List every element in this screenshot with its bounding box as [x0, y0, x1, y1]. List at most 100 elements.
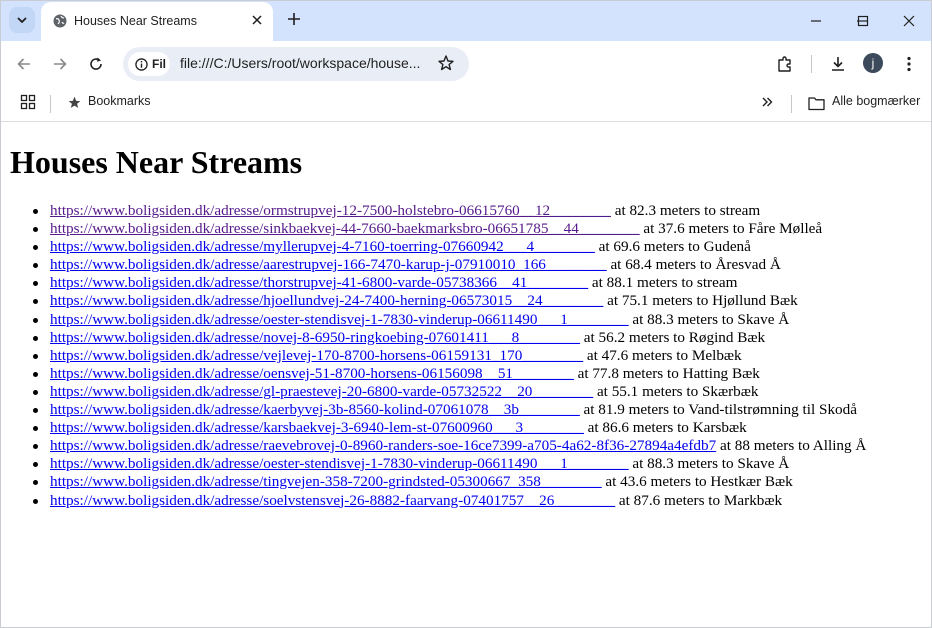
downloads-button[interactable] [826, 52, 850, 76]
avatar-letter: j [871, 56, 875, 70]
list-item: https://www.boligsiden.dk/adresse/ormstr… [31, 202, 866, 220]
toolbar-separator [811, 55, 812, 73]
plus-icon [288, 13, 300, 25]
bookmarks-label: Bookmarks [88, 94, 151, 108]
distance-text: at 37.6 meters to Fåre Mølleå [639, 220, 823, 238]
list-item: https://www.boligsiden.dk/adresse/oester… [31, 455, 866, 473]
house-link[interactable]: https://www.boligsiden.dk/adresse/soelvs… [50, 492, 615, 509]
new-tab-button[interactable] [284, 10, 304, 30]
house-link[interactable]: https://www.boligsiden.dk/adresse/karsba… [50, 419, 584, 436]
url-text[interactable]: file:///C:/Users/root/workspace/house... [180, 55, 420, 71]
site-info-label: Fil [152, 57, 166, 71]
distance-text: at 81.9 meters to Vand-tilstrømning til … [579, 401, 857, 419]
house-link[interactable]: https://www.boligsiden.dk/adresse/kaerby… [50, 401, 580, 418]
house-link[interactable]: https://www.boligsiden.dk/adresse/novej-… [50, 329, 580, 346]
house-link[interactable]: https://www.boligsiden.dk/adresse/tingve… [50, 473, 602, 490]
house-link[interactable]: https://www.boligsiden.dk/adresse/gl-pra… [50, 383, 593, 400]
chevron-down-icon [17, 17, 27, 23]
house-link[interactable]: https://www.boligsiden.dk/adresse/thorst… [50, 274, 588, 291]
maximize-button[interactable] [848, 9, 878, 33]
list-item: https://www.boligsiden.dk/adresse/gl-pra… [31, 383, 866, 401]
distance-text: at 56.2 meters to Røgind Bæk [579, 328, 766, 346]
puzzle-icon [778, 56, 791, 72]
bookmarks-separator [50, 95, 51, 113]
page-content: Houses Near Streams https://www.boligsid… [1, 122, 931, 627]
list-item: https://www.boligsiden.dk/adresse/sinkba… [31, 220, 866, 238]
star-icon [438, 55, 454, 71]
house-link[interactable]: https://www.boligsiden.dk/adresse/oensve… [50, 365, 574, 382]
extensions-button[interactable] [773, 52, 797, 76]
tab-houses-near-streams[interactable]: Houses Near Streams [41, 2, 273, 41]
more-vertical-icon [907, 56, 911, 72]
forward-button[interactable] [48, 52, 72, 76]
distance-text: at 75.1 meters to Hjøllund Bæk [603, 292, 798, 310]
toolbar: Fil file:///C:/Users/root/workspace/hous… [1, 41, 931, 87]
star-filled-icon [68, 96, 81, 108]
distance-text: at 86.6 meters to Karsbæk [583, 419, 747, 437]
list-item: https://www.boligsiden.dk/adresse/novej-… [31, 329, 866, 347]
house-link[interactable]: https://www.boligsiden.dk/adresse/sinkba… [50, 220, 640, 237]
apps-grid-icon [20, 94, 36, 110]
close-icon [252, 15, 262, 25]
more-bookmarks-button[interactable] [760, 95, 774, 114]
globe-icon [53, 14, 67, 28]
all-bookmarks-folder[interactable]: Alle bogmærker [807, 87, 931, 121]
house-link[interactable]: https://www.boligsiden.dk/adresse/vejlev… [50, 347, 583, 364]
list-item: https://www.boligsiden.dk/adresse/raeveb… [31, 437, 866, 455]
bookmarks-folder[interactable]: Bookmarks [65, 87, 155, 121]
address-bar[interactable]: Fil file:///C:/Users/root/workspace/hous… [123, 47, 469, 81]
house-list: https://www.boligsiden.dk/adresse/ormstr… [31, 202, 866, 510]
house-link[interactable]: https://www.boligsiden.dk/adresse/myller… [50, 238, 595, 255]
tab-close-button[interactable] [249, 13, 265, 29]
house-link[interactable]: https://www.boligsiden.dk/adresse/ormstr… [50, 202, 611, 219]
distance-text: at 88.3 meters to Skave Å [628, 310, 790, 328]
distance-text: at 47.6 meters to Melbæk [583, 346, 742, 364]
list-item: https://www.boligsiden.dk/adresse/soelvs… [31, 492, 866, 510]
arrow-right-icon [54, 58, 67, 70]
list-item: https://www.boligsiden.dk/adresse/aarest… [31, 256, 866, 274]
distance-text: at 88.3 meters to Skave Å [628, 455, 790, 473]
distance-text: at 55.1 meters to Skærbæk [593, 382, 759, 400]
list-item: https://www.boligsiden.dk/adresse/myller… [31, 238, 866, 256]
house-link[interactable]: https://www.boligsiden.dk/adresse/oester… [50, 311, 629, 328]
list-item: https://www.boligsiden.dk/adresse/hjoell… [31, 292, 866, 310]
double-chevron-right-icon [762, 97, 773, 107]
close-window-button[interactable] [894, 9, 924, 33]
list-item: https://www.boligsiden.dk/adresse/oester… [31, 311, 866, 329]
arrow-left-icon [17, 58, 30, 70]
folder-icon [808, 97, 825, 111]
close-icon [903, 15, 915, 27]
profile-avatar[interactable]: j [863, 53, 883, 73]
house-link[interactable]: https://www.boligsiden.dk/adresse/aarest… [50, 256, 607, 273]
distance-text: at 87.6 meters to Markbæk [615, 491, 783, 509]
distance-text: at 69.6 meters to Gudenå [594, 238, 751, 256]
reload-button[interactable] [84, 52, 108, 76]
list-item: https://www.boligsiden.dk/adresse/oensve… [31, 365, 866, 383]
apps-button[interactable] [20, 94, 36, 115]
distance-text: at 88.1 meters to stream [588, 274, 738, 292]
distance-text: at 43.6 meters to Hestkær Bæk [601, 473, 793, 491]
minimize-button-2[interactable] [801, 9, 831, 33]
browser-window: Houses Near Streams Fil file:///C:/Users… [0, 0, 932, 628]
tab-strip: Houses Near Streams [1, 1, 931, 41]
maximize-icon [857, 15, 869, 27]
info-icon [135, 57, 148, 71]
all-bookmarks-label: Alle bogmærker [832, 94, 921, 108]
distance-text: at 88 meters to Alling Å [716, 437, 867, 455]
tab-search-button[interactable] [9, 7, 35, 33]
back-button[interactable] [12, 52, 36, 76]
bookmark-star-button[interactable] [437, 54, 455, 77]
list-item: https://www.boligsiden.dk/adresse/thorst… [31, 274, 866, 292]
list-item: https://www.boligsiden.dk/adresse/tingve… [31, 473, 866, 491]
list-item: https://www.boligsiden.dk/adresse/karsba… [31, 419, 866, 437]
page-title: Houses Near Streams [10, 144, 303, 180]
bookmarks-bar: Bookmarks Alle bogmærker [1, 87, 931, 122]
house-link[interactable]: https://www.boligsiden.dk/adresse/raeveb… [50, 437, 716, 454]
list-item: https://www.boligsiden.dk/adresse/vejlev… [31, 347, 866, 365]
site-info-chip[interactable]: Fil [128, 52, 170, 76]
house-link[interactable]: https://www.boligsiden.dk/adresse/hjoell… [50, 292, 603, 309]
bookmarks-separator-2 [791, 95, 792, 113]
house-link[interactable]: https://www.boligsiden.dk/adresse/oester… [50, 455, 629, 472]
list-item: https://www.boligsiden.dk/adresse/kaerby… [31, 401, 866, 419]
menu-button[interactable] [897, 52, 921, 76]
